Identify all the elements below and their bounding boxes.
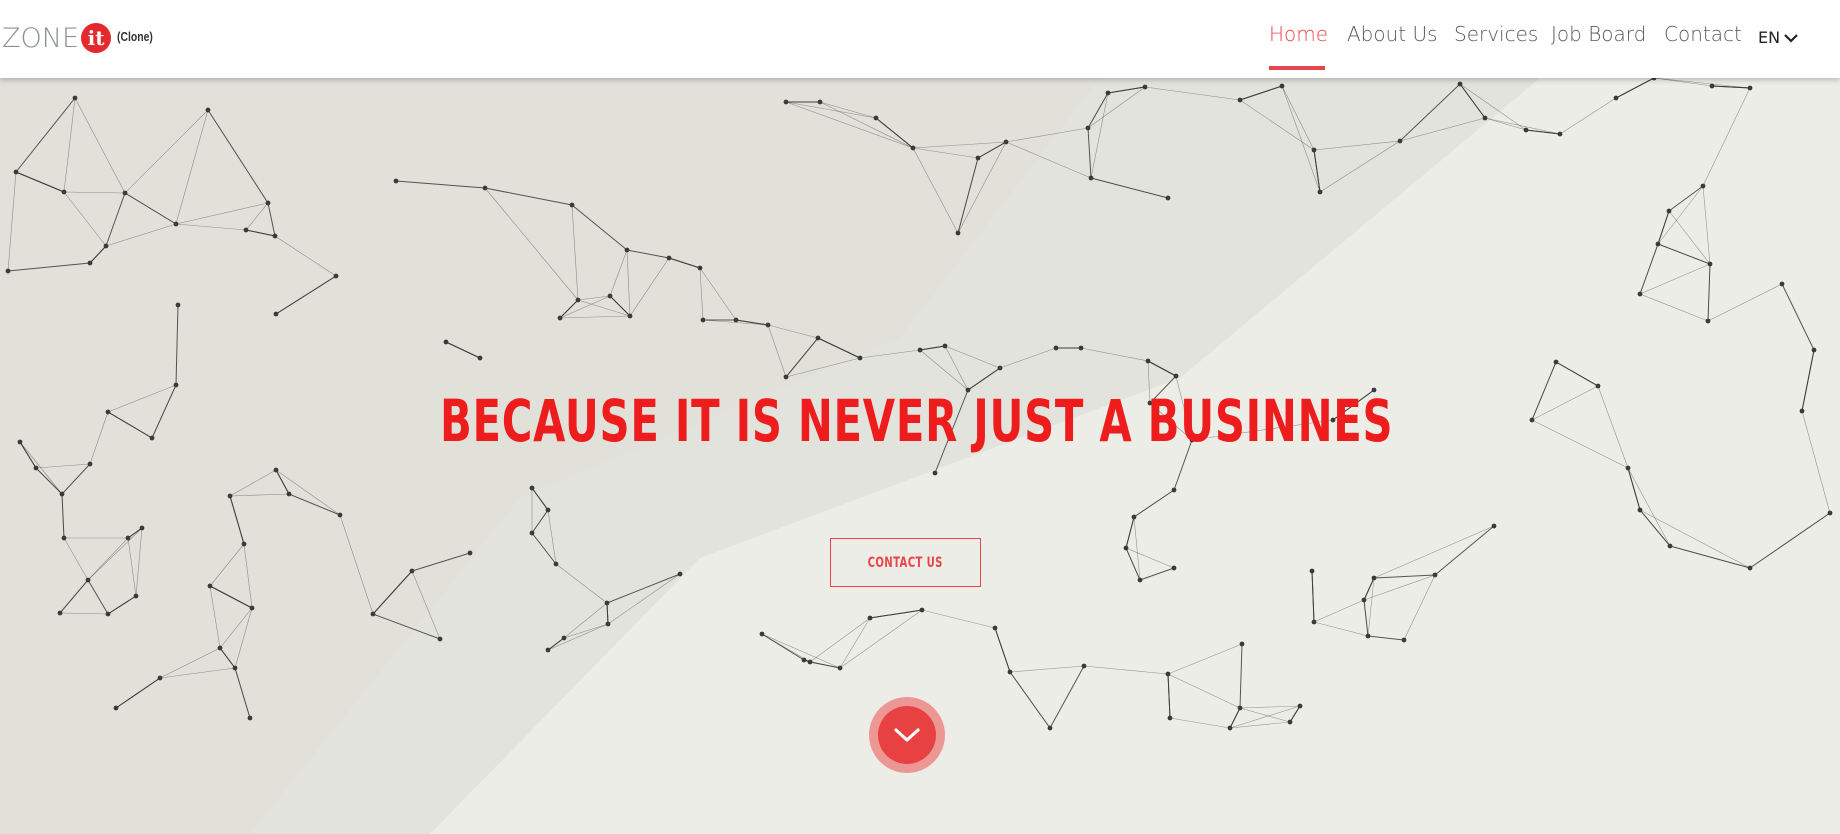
language-label: EN bbox=[1758, 28, 1781, 47]
chevron-down-icon bbox=[894, 728, 920, 742]
nav-contact[interactable]: Contact bbox=[1664, 22, 1742, 46]
scroll-down-inner bbox=[878, 706, 936, 764]
logo-it-badge: it bbox=[81, 23, 112, 53]
nav-job-board[interactable]: Job Board bbox=[1551, 22, 1646, 46]
chevron-down-icon bbox=[1784, 33, 1798, 43]
nav-home[interactable]: Home bbox=[1269, 22, 1328, 46]
scroll-down-button[interactable] bbox=[869, 697, 945, 773]
contact-us-button[interactable]: CONTACT US bbox=[830, 538, 981, 587]
nav-active-indicator bbox=[1269, 66, 1325, 70]
nav-about-us[interactable]: About Us bbox=[1347, 22, 1438, 46]
nav-services[interactable]: Services bbox=[1454, 22, 1538, 46]
language-selector[interactable]: EN bbox=[1758, 28, 1798, 47]
site-logo[interactable]: ZONE it (Clone) bbox=[2, 20, 162, 56]
logo-clone-text: (Clone) bbox=[117, 28, 153, 44]
hero-headline: BECAUSE IT IS NEVER JUST A BUSINNES bbox=[440, 386, 1394, 455]
hero-section: BECAUSE IT IS NEVER JUST A BUSINNES CONT… bbox=[0, 78, 1840, 834]
top-navbar: ZONE it (Clone) Home About Us Services J… bbox=[0, 0, 1840, 78]
contact-us-label: CONTACT US bbox=[867, 554, 944, 571]
logo-zone-text: ZONE bbox=[2, 22, 80, 54]
